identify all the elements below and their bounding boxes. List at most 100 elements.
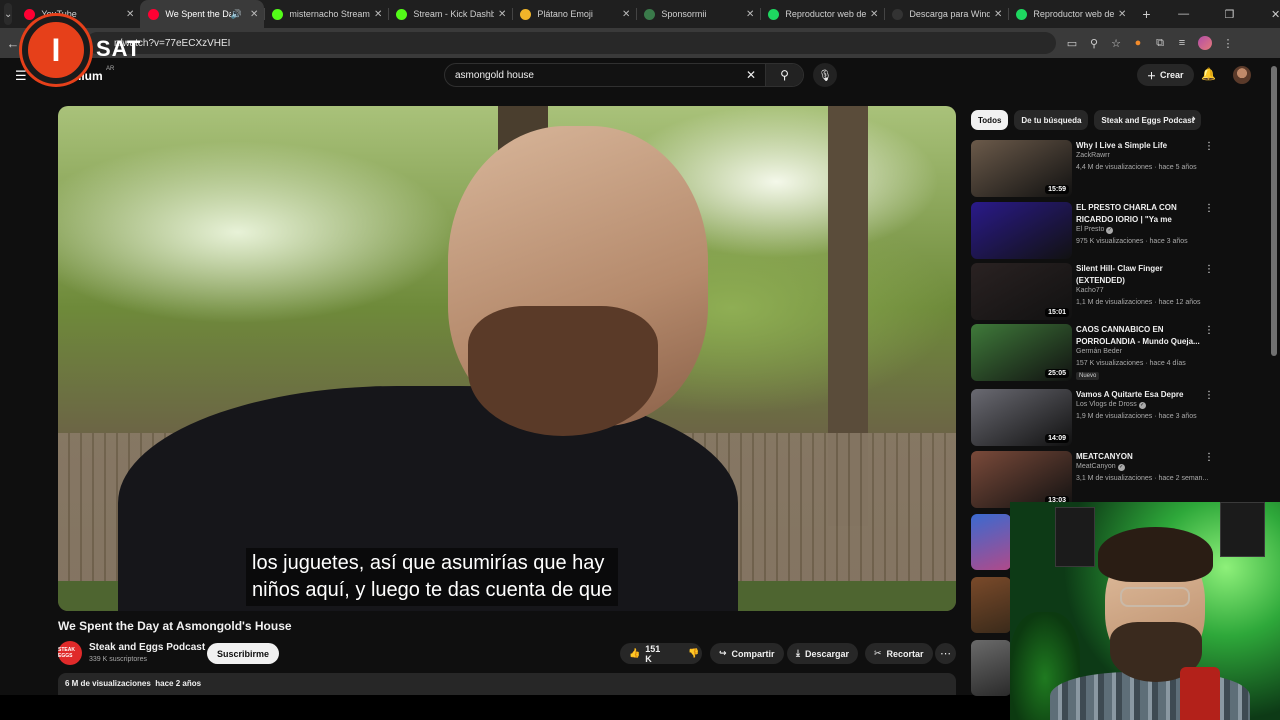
tab-close-icon[interactable]: ✕ bbox=[1118, 9, 1126, 20]
recommended-meta: 3,1 M de visualizaciones · hace 2 seman.… bbox=[1076, 475, 1209, 482]
tab-close-icon[interactable]: ✕ bbox=[870, 9, 878, 20]
recommended-title[interactable]: Vamos A Quitarte Esa Depre bbox=[1076, 389, 1201, 401]
bookmark-star-icon[interactable]: ☆ bbox=[1110, 37, 1122, 50]
recommended-title[interactable]: MEATCANYON bbox=[1076, 451, 1201, 463]
browser-tab[interactable]: misternacho Stream ✕ bbox=[264, 0, 388, 28]
recommended-channel[interactable]: Kacho77 bbox=[1076, 287, 1104, 294]
browser-tab[interactable]: Reproductor web de ✕ bbox=[760, 0, 884, 28]
video-thumbnail[interactable]: 15:01 bbox=[971, 263, 1072, 320]
like-button[interactable]: 👍 151 K bbox=[620, 643, 669, 664]
reading-list-icon[interactable]: ≡ bbox=[1176, 37, 1188, 49]
recommended-video[interactable]: 14:09 Vamos A Quitarte Esa Depre Los Vlogs… bbox=[971, 389, 1214, 447]
tab-close-icon[interactable]: ✕ bbox=[746, 9, 754, 20]
mini-thumbnail[interactable] bbox=[971, 640, 1011, 696]
search-button-icon[interactable]: ⚲ bbox=[765, 64, 803, 86]
recommended-video[interactable]: EL PRESTO CHARLA CON RICARDO IORIO | "Ya… bbox=[971, 202, 1214, 260]
filter-chip[interactable]: Steak and Eggs Podcast bbox=[1094, 110, 1202, 130]
recommended-channel[interactable]: El Presto ✓ bbox=[1076, 226, 1114, 234]
tab-close-icon[interactable]: ✕ bbox=[250, 9, 258, 20]
voice-search-mic-icon[interactable]: 🎙 bbox=[813, 63, 837, 87]
tab-audio-icon[interactable]: 🔊 bbox=[231, 9, 242, 20]
more-options-icon[interactable]: ⋮ bbox=[1204, 325, 1214, 336]
more-options-icon[interactable]: ⋮ bbox=[1204, 390, 1214, 401]
browser-menu-icon[interactable]: ⋮ bbox=[1222, 37, 1234, 50]
close-window-icon[interactable]: ✕ bbox=[1253, 8, 1280, 21]
cast-icon[interactable]: ▭ bbox=[1066, 37, 1078, 50]
more-options-icon[interactable]: ⋮ bbox=[1204, 264, 1214, 275]
more-options-icon[interactable]: ⋮ bbox=[1204, 452, 1214, 463]
recommended-title[interactable]: EL PRESTO CHARLA CON RICARDO IORIO | "Ya… bbox=[1076, 202, 1201, 226]
recommended-channel[interactable]: ZackRawrr bbox=[1076, 152, 1110, 159]
tab-title: Plátano Emoji bbox=[537, 9, 593, 19]
video-thumbnail[interactable]: 15:59 bbox=[971, 140, 1072, 197]
duration-badge: 14:09 bbox=[1045, 434, 1069, 443]
minimize-icon[interactable]: — bbox=[1161, 8, 1207, 20]
mini-thumbnail[interactable] bbox=[971, 577, 1011, 633]
video-thumbnail[interactable]: 13:03 bbox=[971, 451, 1072, 508]
tab-close-icon[interactable]: ✕ bbox=[126, 9, 134, 20]
recommended-video[interactable]: 15:59 Why I Live a Simple Life ZackRawrr 4,… bbox=[971, 140, 1214, 198]
recommended-channel[interactable]: Los Vlogs de Dross ✓ bbox=[1076, 401, 1146, 409]
video-player[interactable]: los juguetes, así que asumirías que hay … bbox=[58, 106, 956, 611]
tab-close-icon[interactable]: ✕ bbox=[498, 9, 506, 20]
browser-tab-bar: ⌄ YouTube✕We Spent the Day🔊✕misternacho … bbox=[0, 0, 1280, 28]
recommended-video[interactable]: 13:03 MEATCANYON MeatCanyon ✓ 3,1 M de visua… bbox=[971, 451, 1214, 509]
browser-tab[interactable]: Sponsormii ✕ bbox=[636, 0, 760, 28]
clip-button[interactable]: ✂ Recortar bbox=[865, 643, 933, 664]
notifications-bell-icon[interactable]: 🔔 bbox=[1201, 67, 1216, 81]
filter-chip[interactable]: De tu búsqueda bbox=[1014, 110, 1089, 130]
tab-close-icon[interactable]: ✕ bbox=[374, 9, 382, 20]
tab-close-icon[interactable]: ✕ bbox=[622, 9, 630, 20]
recommended-title[interactable]: Why I Live a Simple Life bbox=[1076, 140, 1201, 152]
search-input[interactable]: asmongold house bbox=[445, 70, 737, 81]
browser-tab[interactable]: We Spent the Day🔊 ✕ bbox=[140, 0, 265, 28]
new-tab-plus-icon[interactable]: + bbox=[1132, 0, 1160, 28]
share-button[interactable]: ↪ Compartir bbox=[710, 643, 784, 664]
description-box[interactable]: 6 M de visualizaciones hace 2 años bbox=[58, 673, 956, 695]
recommended-channel[interactable]: Germán Beder bbox=[1076, 348, 1122, 355]
recommended-video[interactable]: 15:01 Silent Hill- Claw Finger (EXTENDED)… bbox=[971, 263, 1214, 321]
more-options-icon[interactable]: ⋮ bbox=[1204, 203, 1214, 214]
tab-favicon-icon bbox=[272, 8, 284, 20]
subscribe-button[interactable]: Suscribirme bbox=[207, 643, 280, 664]
recommended-title[interactable]: CAOS CANNABICO EN PORROLANDIA - Mundo Qu… bbox=[1076, 324, 1201, 348]
browser-tab[interactable]: Plátano Emoji ✕ bbox=[512, 0, 636, 28]
hamburger-menu-icon[interactable]: ☰ bbox=[15, 68, 27, 84]
browser-tab[interactable]: Stream - Kick Dashbo ✕ bbox=[388, 0, 512, 28]
tab-search-chevron-icon[interactable]: ⌄ bbox=[4, 3, 13, 25]
tab-close-icon[interactable]: ✕ bbox=[994, 9, 1002, 20]
caption-line: los juguetes, así que asumirías que hay bbox=[252, 552, 605, 574]
filter-chip[interactable]: Todos bbox=[971, 110, 1009, 130]
recommended-video[interactable]: 25:05 CAOS CANNABICO EN PORROLANDIA - Mun… bbox=[971, 324, 1214, 382]
browser-tab[interactable]: Reproductor web de ✕ bbox=[1008, 0, 1132, 28]
url-input[interactable]: n/watch?v=77eECXzVHEI bbox=[86, 32, 1056, 54]
clear-search-icon[interactable]: ✕ bbox=[737, 68, 765, 82]
video-thumbnail[interactable] bbox=[971, 202, 1072, 259]
more-actions-icon[interactable]: ⋯ bbox=[935, 643, 956, 664]
video-thumbnail[interactable]: 25:05 bbox=[971, 324, 1072, 381]
download-button[interactable]: ⤓ Descargar bbox=[787, 643, 859, 664]
channel-name[interactable]: Steak and Eggs Podcast bbox=[89, 642, 205, 653]
more-options-icon[interactable]: ⋮ bbox=[1204, 141, 1214, 152]
tab-title: We Spent the Day bbox=[165, 9, 230, 19]
create-button[interactable]: ＋ Crear bbox=[1137, 64, 1194, 86]
dislike-button[interactable]: 👎 bbox=[679, 643, 708, 664]
channel-avatar[interactable]: STEAK EGGS bbox=[58, 641, 82, 665]
share-label: Compartir bbox=[731, 648, 775, 659]
chevron-right-icon[interactable]: › bbox=[1192, 113, 1196, 125]
browser-tab[interactable]: Descarga para Windo ✕ bbox=[884, 0, 1008, 28]
extensions-puzzle-icon[interactable]: ⧉ bbox=[1154, 37, 1166, 50]
mini-thumbnail[interactable] bbox=[971, 514, 1011, 570]
page-scrollbar[interactable] bbox=[1271, 66, 1277, 356]
video-thumbnail[interactable]: 14:09 bbox=[971, 389, 1072, 446]
extension-orange-icon[interactable]: ● bbox=[1132, 37, 1144, 49]
tab-title: Reproductor web de bbox=[1033, 9, 1114, 19]
account-avatar[interactable] bbox=[1233, 66, 1251, 84]
profile-avatar-icon[interactable] bbox=[1198, 36, 1212, 50]
download-label: Descargar bbox=[804, 648, 850, 659]
recommended-title[interactable]: Silent Hill- Claw Finger (EXTENDED) bbox=[1076, 263, 1201, 287]
webcam-glasses bbox=[1120, 587, 1190, 607]
zoom-icon[interactable]: ⚲ bbox=[1088, 37, 1100, 50]
recommended-channel[interactable]: MeatCanyon ✓ bbox=[1076, 463, 1125, 471]
restore-icon[interactable]: ❐ bbox=[1207, 8, 1253, 21]
